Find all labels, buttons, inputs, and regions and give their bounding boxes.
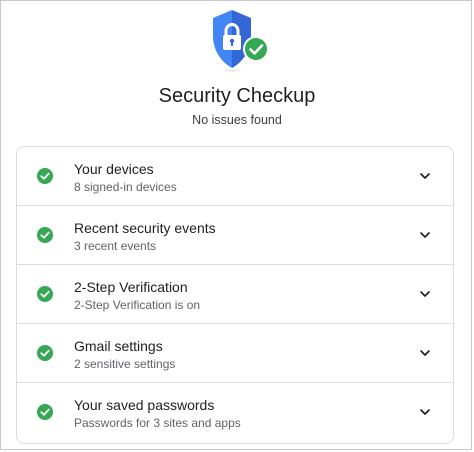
check-circle-icon: [37, 404, 53, 420]
checkup-item-passwords[interactable]: Your saved passwords Passwords for 3 sit…: [17, 383, 453, 442]
checkup-item-title: Your saved passwords: [74, 397, 215, 413]
check-circle-icon: [37, 168, 53, 184]
page-subtitle: No issues found: [192, 113, 282, 127]
chevron-down-icon[interactable]: [418, 406, 432, 418]
checkup-item-title: 2-Step Verification: [74, 279, 188, 295]
page-title: Security Checkup: [158, 85, 316, 107]
chevron-down-icon[interactable]: [418, 229, 432, 241]
checkup-item-title: Gmail settings: [74, 338, 163, 354]
check-circle-icon: [37, 227, 53, 243]
checkup-item-devices[interactable]: Your devices 8 signed-in devices: [17, 147, 453, 206]
checkup-item-subtitle: 2-Step Verification is on: [74, 298, 201, 312]
shield-lock-check-icon: [211, 10, 271, 72]
checkup-item-title: Your devices: [74, 161, 154, 177]
checkup-item-subtitle: 2 sensitive settings: [74, 357, 176, 371]
checkup-item-gmail[interactable]: Gmail settings 2 sensitive settings: [17, 324, 453, 383]
checkup-item-subtitle: 3 recent events: [74, 239, 157, 253]
check-circle-icon: [37, 345, 53, 361]
checkup-item-title: Recent security events: [74, 220, 216, 236]
chevron-down-icon[interactable]: [418, 170, 432, 182]
chevron-down-icon[interactable]: [418, 288, 432, 300]
check-circle-icon: [37, 286, 53, 302]
checkup-item-security-events[interactable]: Recent security events 3 recent events: [17, 206, 453, 265]
checkup-item-subtitle: 8 signed-in devices: [74, 180, 177, 194]
checkup-item-subtitle: Passwords for 3 sites and apps: [74, 416, 241, 430]
chevron-down-icon[interactable]: [418, 347, 432, 359]
checkup-list: Your devices 8 signed-in devices Recent …: [16, 146, 454, 444]
checkup-item-2sv[interactable]: 2-Step Verification 2-Step Verification …: [17, 265, 453, 324]
